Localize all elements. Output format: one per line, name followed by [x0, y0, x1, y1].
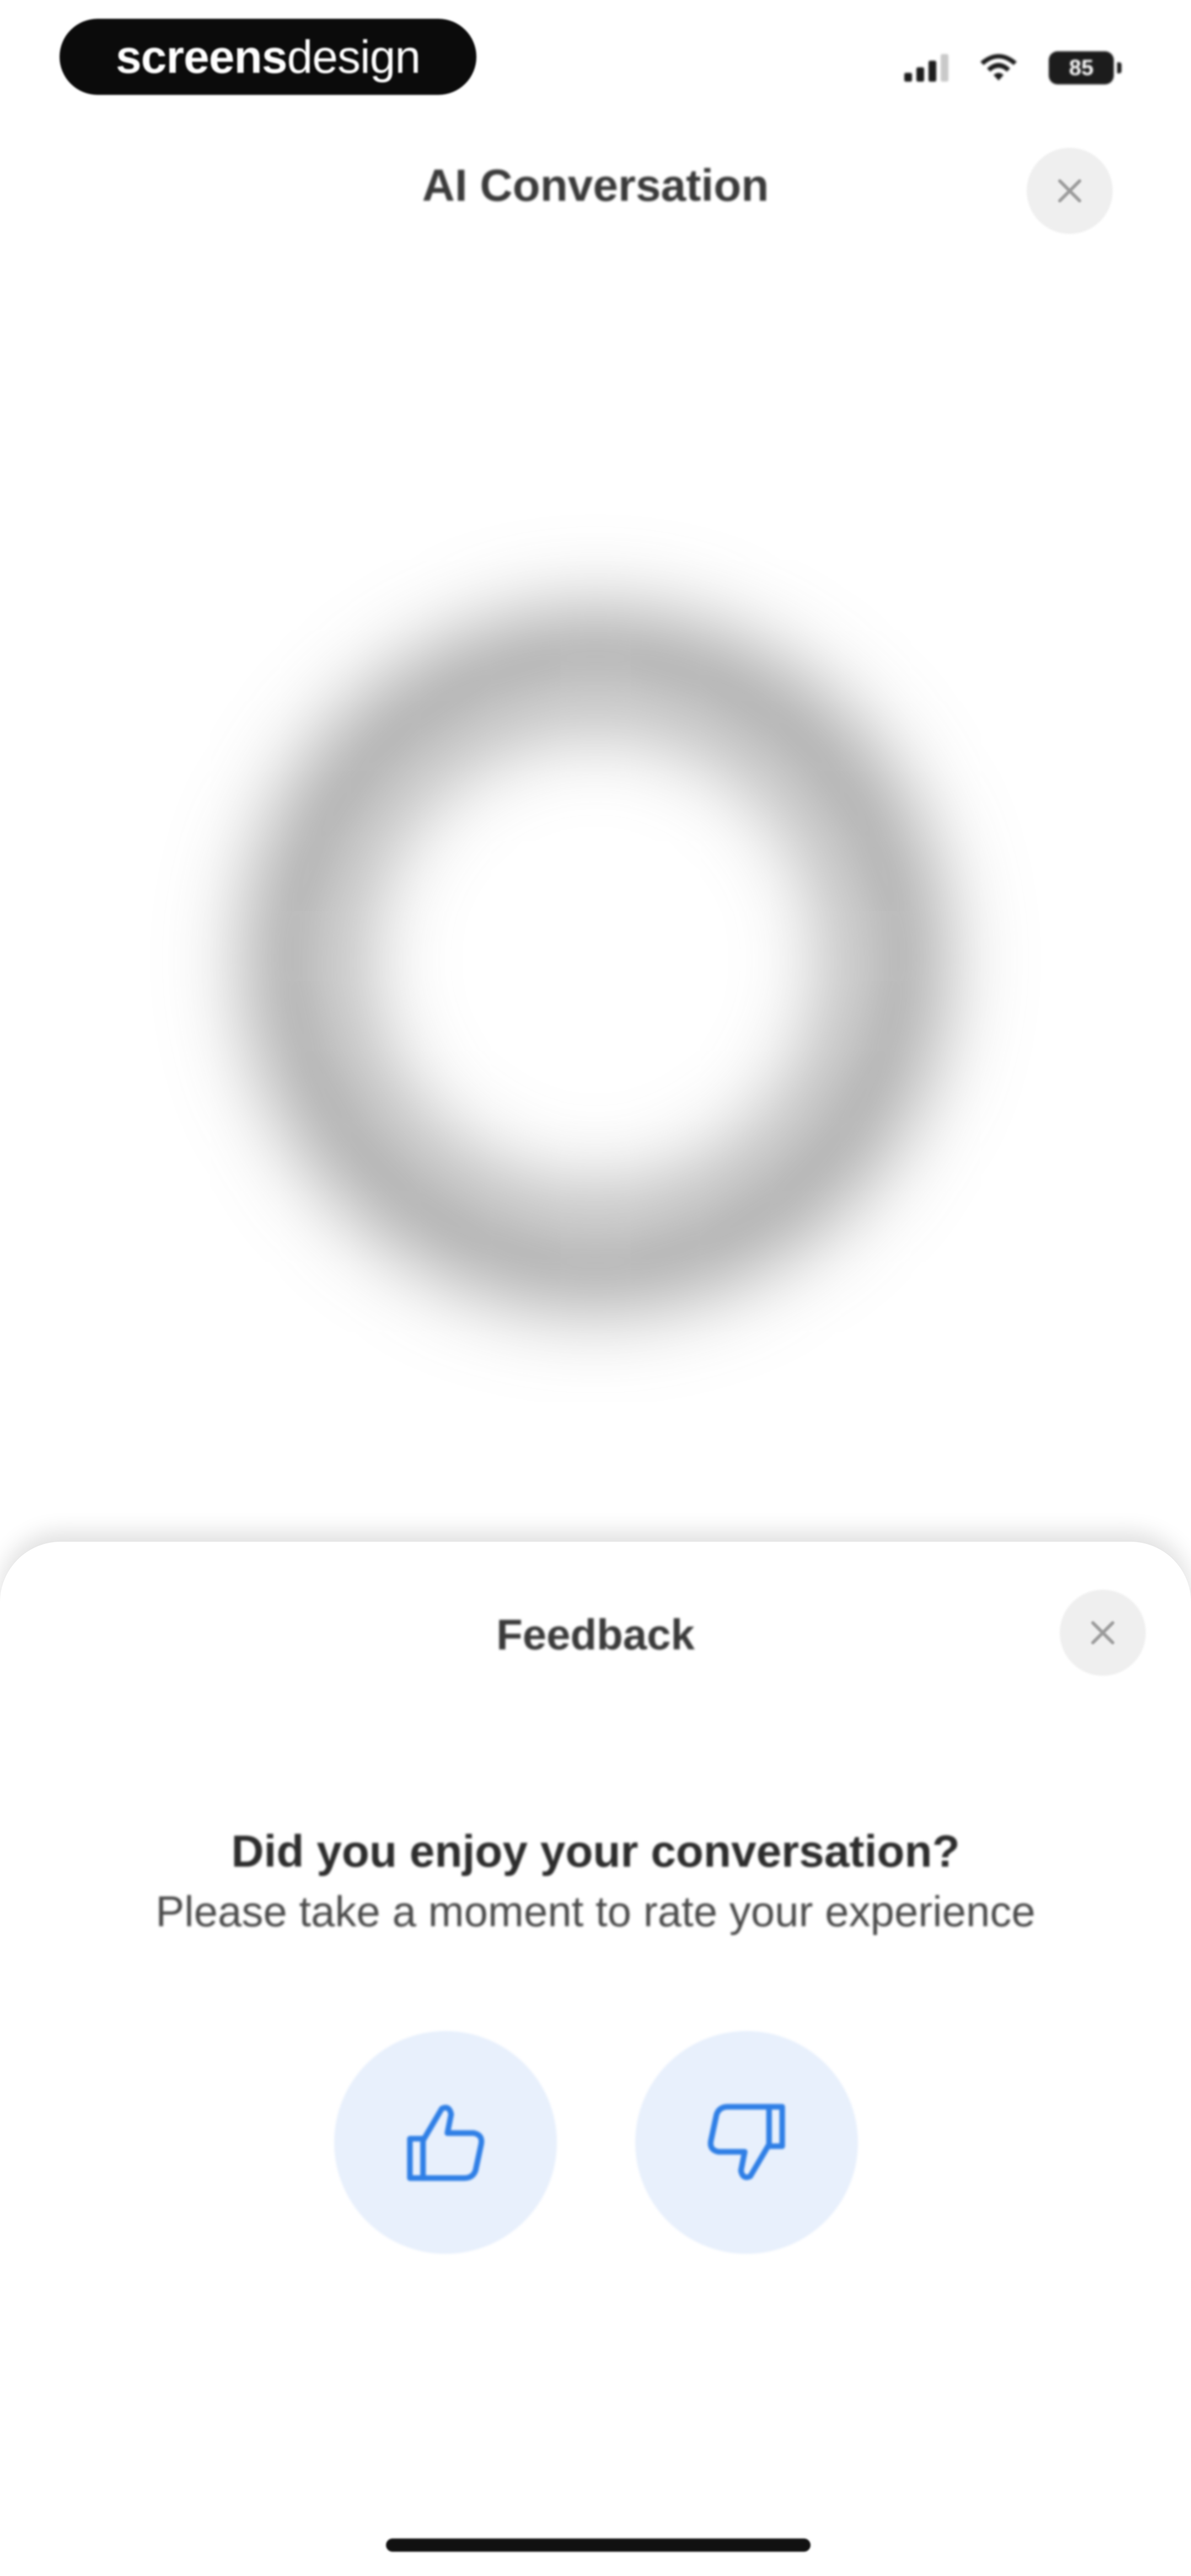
- screen: screens design 85 AI Conversation Feedbac…: [0, 0, 1191, 2576]
- feedback-subtext: Please take a moment to rate your experi…: [155, 1887, 1036, 1936]
- brand-bold-text: screens: [115, 30, 288, 83]
- close-icon: [1058, 179, 1081, 202]
- wifi-icon: [980, 54, 1017, 81]
- battery-level: 85: [1069, 55, 1094, 80]
- feedback-question: Did you enjoy your conversation?: [231, 1826, 960, 1877]
- thumbs-up-button[interactable]: [334, 2031, 557, 2254]
- thumbs-down-icon: [707, 2104, 785, 2180]
- brand-light-text: design: [287, 30, 421, 83]
- sheet-title: Feedback: [496, 1610, 695, 1659]
- page-title: AI Conversation: [422, 161, 769, 211]
- status-icons: 85: [904, 49, 1122, 87]
- status-bar: screens design 85: [0, 0, 1191, 121]
- close-feedback-button[interactable]: [1060, 1590, 1146, 1676]
- close-conversation-button[interactable]: [1027, 148, 1113, 234]
- battery-icon: 85: [1049, 51, 1122, 84]
- thumbs-up-icon: [407, 2104, 485, 2181]
- feedback-sheet: [0, 1542, 1191, 2576]
- close-icon: [1091, 1621, 1114, 1644]
- home-indicator[interactable]: [386, 2538, 811, 2552]
- voice-orb: [309, 673, 882, 1247]
- thumbs-down-button[interactable]: [635, 2031, 858, 2254]
- brand-watermark: screens design: [60, 19, 476, 95]
- signal-icon: [904, 54, 948, 82]
